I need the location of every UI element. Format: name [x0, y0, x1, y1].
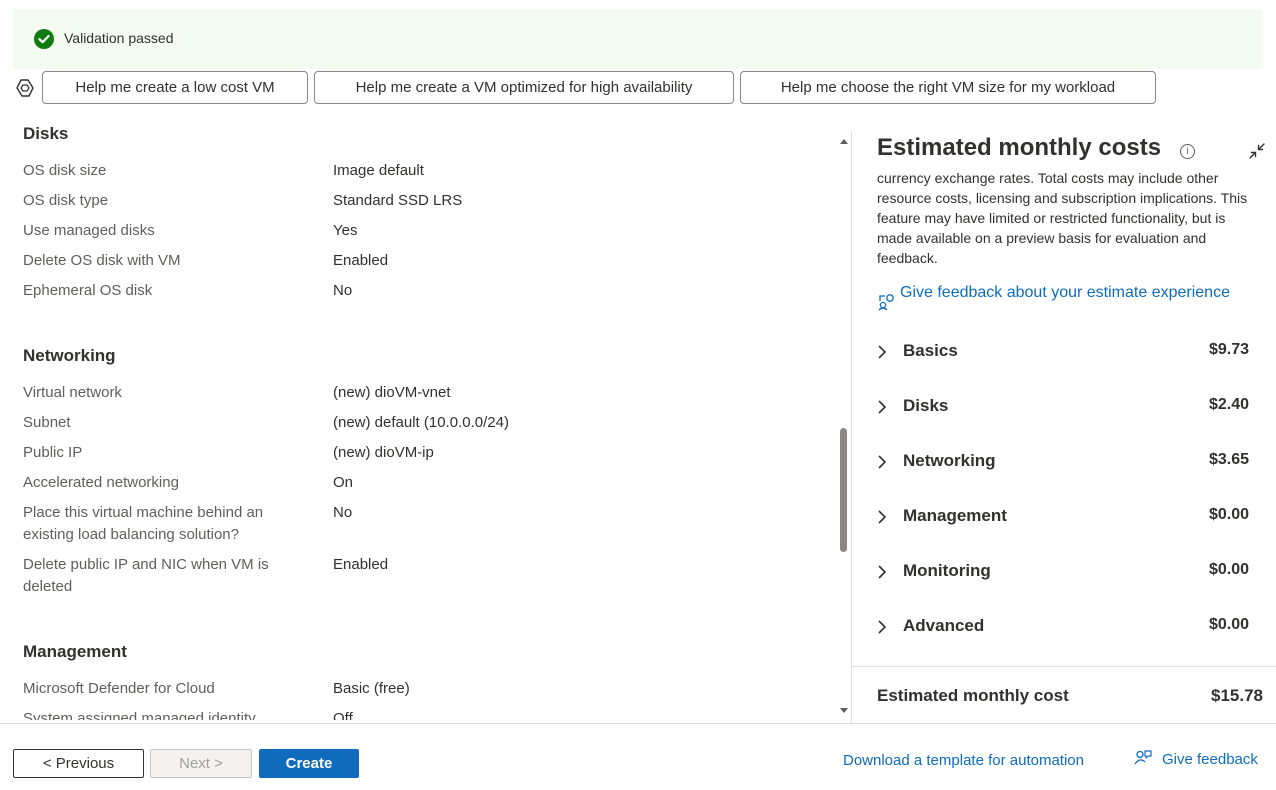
cost-row-label: Advanced [903, 616, 985, 635]
collapse-icon[interactable] [1248, 142, 1266, 160]
create-button[interactable]: Create [259, 749, 359, 778]
cost-row-value: $0.00 [1208, 561, 1249, 578]
row-value: Enabled [333, 556, 389, 573]
row-label: Delete OS disk with VM [23, 252, 181, 269]
chevron-right-icon [877, 345, 887, 359]
success-check-icon [34, 29, 54, 49]
row-label: Ephemeral OS disk [23, 282, 153, 299]
cost-panel: Estimated monthly costs i currency excha… [851, 131, 1276, 723]
row-value: (new) dioVM-vnet [333, 384, 451, 401]
cost-row-monitoring[interactable]: Monitoring $0.00 [877, 557, 1249, 587]
cost-row-value: $0.00 [1208, 506, 1249, 523]
row-label: OS disk type [23, 192, 109, 209]
row-label: Virtual network [23, 384, 122, 401]
chevron-right-icon [877, 620, 887, 634]
prompt-vm-size-button[interactable]: Help me choose the right VM size for my … [740, 71, 1156, 104]
cost-row-value: $2.40 [1208, 396, 1249, 413]
row-value: Yes [333, 222, 358, 239]
section-title-management: Management [23, 642, 127, 661]
section-title-disks: Disks [23, 124, 69, 143]
row-value: (new) default (10.0.0.0/24) [333, 414, 509, 431]
prompt-low-cost-vm-button[interactable]: Help me create a low cost VM [42, 71, 308, 104]
row-value: Standard SSD LRS [333, 192, 463, 209]
cost-row-basics[interactable]: Basics $9.73 [877, 337, 1249, 367]
row-label: Delete public IP and NIC when VM is dele… [23, 556, 269, 595]
cost-row-label: Basics [903, 341, 958, 360]
total-cost-value: $15.78 [1211, 686, 1263, 705]
row-label: Microsoft Defender for Cloud [23, 680, 215, 697]
chevron-right-icon [877, 455, 887, 469]
chevron-right-icon [877, 565, 887, 579]
copilot-icon[interactable] [14, 77, 36, 99]
row-value: No [333, 504, 353, 521]
row-label: Use managed disks [23, 222, 155, 239]
total-cost-label: Estimated monthly cost [877, 686, 1069, 705]
row-label: Place this virtual machine behind an exi… [23, 504, 264, 543]
section-title-networking: Networking [23, 346, 116, 365]
chevron-right-icon [877, 400, 887, 414]
divider [852, 666, 1276, 667]
row-value: Basic (free) [333, 680, 410, 697]
info-icon[interactable]: i [1180, 144, 1195, 159]
cost-row-label: Monitoring [903, 561, 991, 580]
previous-button[interactable]: < Previous [13, 749, 144, 778]
scroll-thumb[interactable] [840, 428, 847, 552]
scroll-up-arrow-icon[interactable] [840, 139, 848, 144]
feedback-icon[interactable] [1133, 749, 1153, 769]
download-template-link[interactable]: Download a template for automation [843, 752, 1084, 769]
summary-scrollbar[interactable] [837, 131, 851, 719]
cost-row-label: Networking [903, 451, 996, 470]
cost-description: currency exchange rates. Total costs may… [877, 170, 1248, 266]
row-label: Accelerated networking [23, 474, 179, 491]
next-button[interactable]: Next > [150, 749, 252, 778]
validation-banner: Validation passed [13, 9, 1263, 69]
row-value: Enabled [333, 252, 389, 269]
row-value: (new) dioVM-ip [333, 444, 434, 461]
row-value: Image default [333, 162, 424, 179]
estimate-feedback-link[interactable]: Give feedback about your estimate experi… [900, 282, 1240, 303]
chevron-right-icon [877, 510, 887, 524]
scroll-down-arrow-icon[interactable] [840, 708, 848, 713]
divider [0, 723, 1276, 724]
row-label: OS disk size [23, 162, 107, 179]
row-value: On [333, 474, 354, 491]
cost-row-value: $0.00 [1208, 616, 1249, 633]
row-value: No [333, 282, 353, 299]
cost-row-disks[interactable]: Disks $2.40 [877, 392, 1249, 422]
prompt-high-availability-button[interactable]: Help me create a VM optimized for high a… [314, 71, 734, 104]
row-label: Public IP [23, 444, 83, 461]
row-value: Off [333, 710, 353, 720]
cost-row-value: $3.65 [1208, 451, 1249, 468]
feedback-people-icon [877, 293, 897, 311]
row-label: System assigned managed identity [23, 710, 256, 720]
banner-text: Validation passed [64, 30, 174, 46]
cost-panel-title: Estimated monthly costs [877, 134, 1162, 161]
row-label: Subnet [23, 414, 71, 431]
cost-row-label: Management [903, 506, 1007, 525]
cost-row-management[interactable]: Management $0.00 [877, 502, 1249, 532]
cost-row-label: Disks [903, 396, 949, 415]
cost-row-value: $9.73 [1208, 341, 1249, 358]
give-feedback-link[interactable]: Give feedback [1162, 751, 1258, 768]
cost-row-advanced[interactable]: Advanced $0.00 [877, 612, 1249, 642]
cost-row-networking[interactable]: Networking $3.65 [877, 447, 1249, 477]
review-summary: Disks OS disk size Image default OS disk… [0, 120, 852, 720]
